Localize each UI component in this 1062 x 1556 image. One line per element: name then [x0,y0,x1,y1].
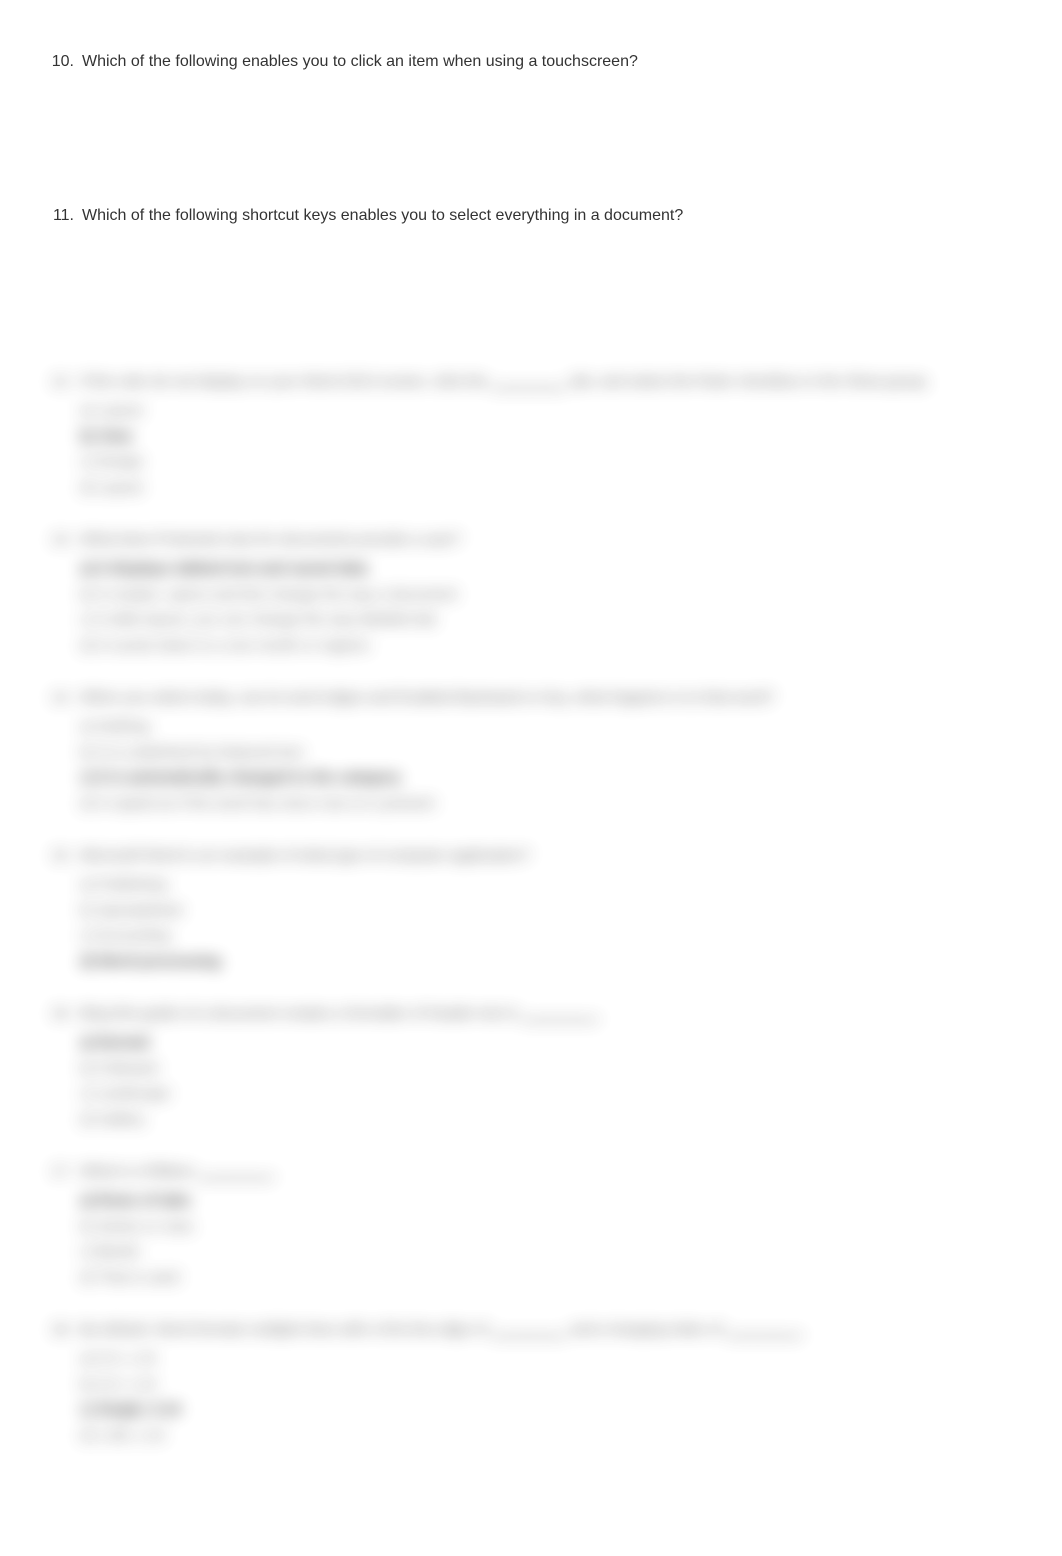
blurred-question-block: 14.When you select today, use its word e… [50,686,1012,816]
blurred-question-text: What does Protected view for documents p… [80,528,1012,552]
blurred-question-text: What is a Ribbon ________. [80,1160,1012,1184]
blurred-option: a) It displays tabbed text and saved dat… [80,556,1012,582]
blurred-question-text: When you select today, use its word edge… [80,686,1012,710]
blurred-question-row: 15.Microsoft Word is an example of what … [50,844,1012,868]
blurred-question-text: If the ruler do not display on your Word… [80,370,1012,394]
blurred-option: b) Series or rows [80,1214,1012,1240]
blurred-option: c) Design [80,449,1012,475]
blurred-question-number: 15. [50,844,80,868]
blurred-question-block: 15.Microsoft Word is an example of what … [50,844,1012,974]
blurred-option: a) Normal [80,1030,1012,1056]
blurred-option: b) Followed [80,1056,1012,1082]
blurred-option: d) 1.08; 1.10 [80,1423,1012,1449]
blurred-option: c) It edits layout, you can change the w… [80,607,1012,633]
blurred-question-block: 12.If the ruler do not display on your W… [50,370,1012,500]
blurred-question-text: Microsoft Word is an example of what typ… [80,844,1012,868]
blurred-option: c) Single; 0.10 [80,1397,1012,1423]
blurred-question-row: 16.Bing this guide of a document creates… [50,1002,1012,1026]
question-text: Which of the following enables you to cl… [80,50,638,74]
blurred-option: a) 0.5; 1.15 [80,1346,1012,1372]
blurred-question-row: 17.What is a Ribbon ________. [50,1160,1012,1184]
blurred-option: b) Spreadsheet [80,898,1012,924]
blurred-question-block: 16.Bing this guide of a document creates… [50,1002,1012,1132]
question-11: 11. Which of the following shortcut keys… [50,204,1012,228]
blurred-option: c) Landscape [80,1081,1012,1107]
blurred-question-number: 16. [50,1002,80,1026]
blurred-question-number: 17. [50,1160,80,1184]
blurred-option: d) Word processing [80,949,1012,975]
blurred-option: d) It copied as if the word has since no… [80,791,1012,817]
blurred-option: c) It is automatically changed to the ca… [80,765,1012,791]
blurred-option: a) Rows of tabs [80,1188,1012,1214]
blurred-option: b) View [80,424,1012,450]
blurred-option: d) Layout [80,475,1012,501]
question-10: 10. Which of the following enables you t… [50,50,1012,74]
blurred-question-row: 18.By default, Word formats multiple lin… [50,1318,1012,1342]
page-content: 10. Which of the following enables you t… [0,0,1062,228]
blurred-question-block: 18.By default, Word formats multiple lin… [50,1318,1012,1448]
blurred-option: d) It counts down to a one month or regi… [80,633,1012,659]
blurred-question-text: By default, Word formats multiple lines … [80,1318,1012,1342]
blurred-question-row: 13.What does Protected view for document… [50,528,1012,552]
question-number: 11. [50,204,80,228]
blurred-question-number: 12. [50,370,80,394]
blurred-option: b) 0.5; 1.10 [80,1372,1012,1398]
blurred-option: c) Bands [80,1239,1012,1265]
blurred-preview: 12.If the ruler do not display on your W… [50,370,1012,1476]
blurred-question-block: 13.What does Protected view for document… [50,528,1012,658]
blurred-option: a) Layout [80,398,1012,424]
blurred-option: b) It is underlined by featured text [80,740,1012,766]
blurred-question-text: Bing this guide of a document creates a … [80,1002,1012,1026]
question-number: 10. [50,50,80,74]
blurred-option: d) That is used [80,1265,1012,1291]
blurred-question-number: 13. [50,528,80,552]
blurred-option: a) Publishing [80,872,1012,898]
blurred-option: b) It creates, opens and lets change the… [80,582,1012,608]
blurred-option: d) Gallery [80,1107,1012,1133]
blurred-option: a) Nothing [80,714,1012,740]
blurred-question-row: 12.If the ruler do not display on your W… [50,370,1012,394]
blurred-question-number: 14. [50,686,80,710]
blurred-option: c) Accounting [80,923,1012,949]
blurred-question-row: 14.When you select today, use its word e… [50,686,1012,710]
blurred-question-number: 18. [50,1318,80,1342]
question-text: Which of the following shortcut keys ena… [80,204,683,228]
blurred-question-block: 17.What is a Ribbon ________. a) Rows of … [50,1160,1012,1290]
